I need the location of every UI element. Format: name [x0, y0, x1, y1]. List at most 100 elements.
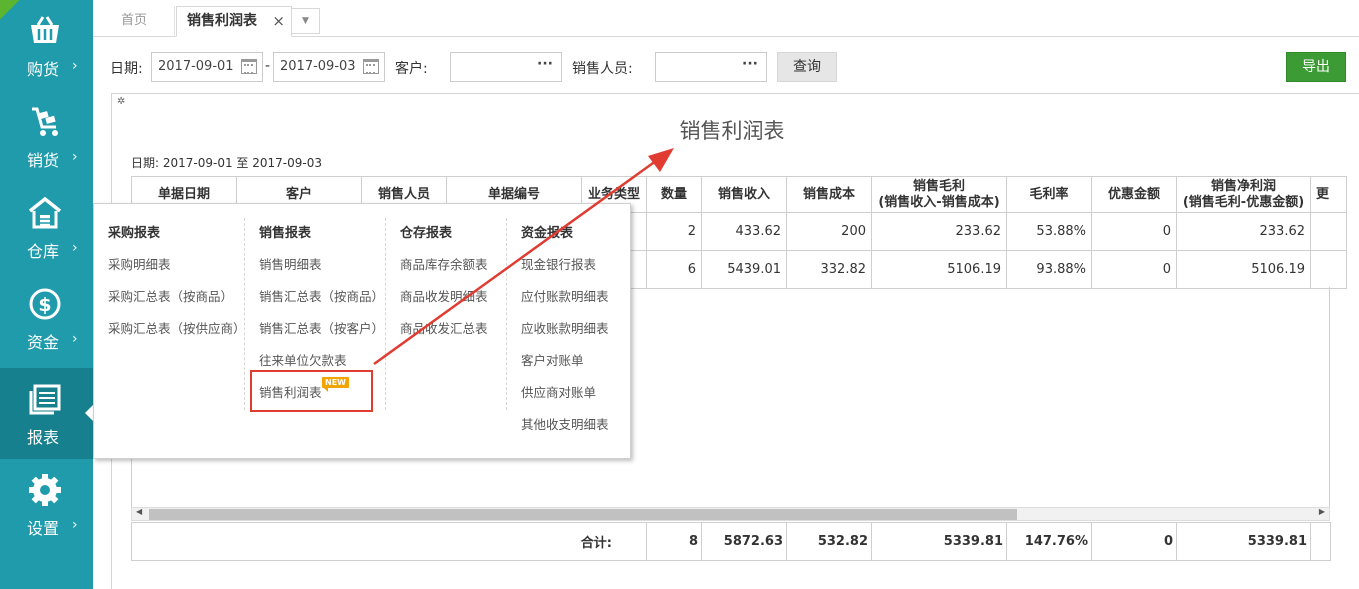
column-header[interactable]: 数量	[646, 176, 702, 213]
report-date-range: 日期: 2017-09-01 至 2017-09-03	[131, 156, 322, 170]
sidebar-item-sales[interactable]: 销货 ›	[0, 91, 93, 182]
scroll-right-icon[interactable]: ▶	[1319, 507, 1325, 516]
total-gross: 5339.81	[871, 522, 1007, 561]
chevron-right-icon: ›	[72, 331, 78, 347]
column-header[interactable]: 优惠金额	[1091, 176, 1177, 213]
sidebar-item-purchase[interactable]: 购货 ›	[0, 0, 93, 91]
header-line: (销售毛利-优惠金额)	[1182, 194, 1305, 210]
menu-item[interactable]: 采购明细表	[108, 254, 171, 273]
tab-home[interactable]: 首页	[107, 6, 175, 37]
more-dots-icon[interactable]: ···	[537, 50, 553, 78]
date-to-value: 2017-09-03	[280, 59, 356, 74]
sidebar-item-settings[interactable]: 设置 ›	[0, 459, 93, 550]
total-row: 合计: 8 5872.63 532.82 5339.81 147.76% 0 5…	[131, 522, 1331, 561]
qty-cell: 6	[646, 250, 702, 289]
date-separator: -	[265, 58, 271, 74]
header-line: (销售收入-销售成本)	[878, 194, 1000, 210]
report-title: 销售利润表	[679, 119, 785, 143]
total-cost: 532.82	[786, 522, 872, 561]
column-header[interactable]: 销售净利润 (销售毛利-优惠金额)	[1176, 176, 1311, 213]
header-line: 销售毛利	[912, 178, 965, 194]
menu-item[interactable]: 供应商对账单	[521, 382, 596, 401]
total-discount: 0	[1091, 522, 1177, 561]
date-to-input[interactable]: 2017-09-03	[273, 52, 385, 82]
margin-cell: 53.88%	[1006, 212, 1092, 251]
salesperson-label: 销售人员:	[572, 61, 633, 77]
calendar-icon[interactable]	[363, 59, 379, 74]
menu-section-title: 采购报表	[108, 226, 161, 241]
menu-item[interactable]: 客户对账单	[521, 350, 584, 369]
scrollbar-thumb[interactable]	[149, 509, 1017, 520]
menu-divider	[506, 218, 507, 410]
column-header[interactable]: 毛利率	[1006, 176, 1092, 213]
cart-icon	[32, 107, 58, 136]
export-button[interactable]: 导出	[1286, 52, 1346, 82]
net-cell: 5106.19	[1176, 250, 1311, 289]
cost-cell: 332.82	[786, 250, 872, 289]
chevron-right-icon: ›	[72, 517, 78, 533]
column-header[interactable]: 更	[1310, 176, 1347, 213]
menu-item[interactable]: 应收账款明细表	[521, 318, 609, 337]
column-header[interactable]: 销售毛利 (销售收入-销售成本)	[871, 176, 1007, 213]
menu-divider	[244, 218, 245, 410]
discount-cell: 0	[1091, 212, 1177, 251]
chevron-right-icon: ›	[72, 58, 78, 74]
gross-cell: 233.62	[871, 212, 1007, 251]
total-table: 合计: 8 5872.63 532.82 5339.81 147.76% 0 5…	[131, 522, 1331, 561]
menu-item[interactable]: 其他收支明细表	[521, 414, 609, 433]
menu-item[interactable]: 采购汇总表（按供应商）	[108, 318, 246, 337]
tab-label: 销售利润表	[187, 13, 257, 29]
total-qty: 8	[646, 522, 702, 561]
tab-more-dropdown[interactable]: ▼	[292, 8, 320, 34]
total-margin: 147.76%	[1006, 522, 1092, 561]
menu-item[interactable]: 商品收发明细表	[400, 286, 488, 305]
menu-item[interactable]: 现金银行报表	[521, 254, 596, 273]
menu-item[interactable]: 商品收发汇总表	[400, 318, 488, 337]
discount-cell: 0	[1091, 250, 1177, 289]
warehouse-icon	[28, 196, 62, 229]
menu-section-title: 销售报表	[259, 226, 312, 241]
total-revenue: 5872.63	[701, 522, 787, 561]
chevron-right-icon: ›	[72, 240, 78, 256]
menu-item[interactable]: 销售汇总表（按商品）	[259, 286, 384, 305]
menu-item[interactable]: 销售汇总表（按客户）	[259, 318, 384, 337]
calendar-icon[interactable]	[241, 59, 257, 74]
menu-item[interactable]: 商品库存余额表	[400, 254, 488, 273]
menu-section-title: 仓存报表	[400, 226, 453, 241]
customer-label: 客户:	[395, 61, 428, 77]
menu-item[interactable]: 应付账款明细表	[521, 286, 609, 305]
menu-item[interactable]: 往来单位欠款表	[259, 350, 347, 369]
sidebar-item-funds[interactable]: $ 资金 ›	[0, 273, 93, 364]
column-header[interactable]: 销售成本	[786, 176, 872, 213]
close-icon[interactable]: ×	[272, 7, 285, 36]
net-cell: 233.62	[1176, 212, 1311, 251]
date-label: 日期:	[110, 61, 143, 77]
revenue-cell: 433.62	[701, 212, 787, 251]
total-net: 5339.81	[1176, 522, 1311, 561]
sidebar-item-reports[interactable]: 报表	[0, 368, 94, 459]
customer-input[interactable]: ···	[450, 52, 562, 82]
menu-item[interactable]: 采购汇总表（按商品）	[108, 286, 233, 305]
query-button[interactable]: 查询	[777, 52, 837, 82]
menu-divider	[385, 218, 386, 410]
margin-cell: 93.88%	[1006, 250, 1092, 289]
horizontal-scrollbar[interactable]: ◀ ▶	[131, 507, 1330, 521]
scroll-left-icon[interactable]: ◀	[136, 507, 142, 516]
more-dots-icon[interactable]: ···	[742, 50, 758, 78]
gross-cell: 5106.19	[871, 250, 1007, 289]
sidebar-item-warehouse[interactable]: 仓库 ›	[0, 182, 93, 273]
report-icon	[29, 384, 61, 415]
tab-sales-profit[interactable]: 销售利润表 ×	[176, 6, 292, 37]
date-from-input[interactable]: 2017-09-01	[151, 52, 263, 82]
qty-cell: 2	[646, 212, 702, 251]
sidebar: 购货 › 销货 › 仓库 › $ 资金 › 报表 设置 ›	[0, 0, 94, 589]
total-label: 合计:	[131, 522, 647, 561]
menu-item[interactable]: 销售明细表	[259, 254, 322, 273]
basket-icon	[31, 16, 59, 43]
column-header[interactable]: 销售收入	[701, 176, 787, 213]
settings-icon[interactable]: ✲	[117, 96, 125, 107]
chevron-right-icon: ›	[72, 149, 78, 165]
revenue-cell: 5439.01	[701, 250, 787, 289]
tab-bar: 首页 销售利润表 × ▼	[93, 0, 1359, 37]
salesperson-input[interactable]: ···	[655, 52, 767, 82]
